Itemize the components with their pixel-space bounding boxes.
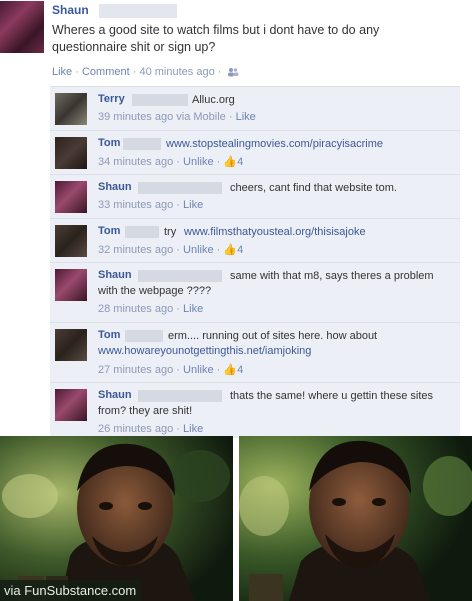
avatar[interactable] xyxy=(55,181,87,213)
redacted-surname xyxy=(138,390,222,402)
commenter-name[interactable]: Tom xyxy=(98,329,120,341)
avatar[interactable] xyxy=(55,137,87,169)
separator: · xyxy=(217,66,225,78)
redacted-surname xyxy=(125,226,159,238)
commenter-name[interactable]: Shaun xyxy=(98,389,132,401)
avatar[interactable] xyxy=(55,329,87,361)
separator: · xyxy=(176,303,184,315)
status-post: Shaun Wheres a good site to watch films … xyxy=(0,0,472,84)
comment-meta: 39 minutes ago via Mobile · Like xyxy=(98,111,256,123)
movie-still-right xyxy=(239,436,472,601)
commenter-name[interactable]: Shaun xyxy=(98,269,132,281)
thumbs-up-icon[interactable]: 👍 xyxy=(223,364,237,376)
redacted-surname xyxy=(138,270,222,282)
separator: · xyxy=(75,66,82,78)
avatar[interactable] xyxy=(55,225,87,257)
unlike-link[interactable]: Unlike xyxy=(183,156,214,168)
comment-meta: 28 minutes ago · Like xyxy=(98,303,203,315)
avatar[interactable] xyxy=(55,389,87,421)
commenter-name[interactable]: Tom xyxy=(98,137,120,149)
commenter-name[interactable]: Tom xyxy=(98,225,120,237)
thumbs-up-icon[interactable]: 👍 xyxy=(223,244,237,256)
comment-meta: 34 minutes ago · Unlike · 👍4 xyxy=(98,155,243,168)
comment-text: erm.... running out of sites here. how a… xyxy=(168,330,378,342)
comment-text: cheers, cant find that website tom. xyxy=(230,182,397,194)
separator: · xyxy=(176,364,184,376)
comment-link[interactable]: Comment xyxy=(82,66,130,78)
comment-link-url[interactable]: www.howareyounotgettingthis.net/iamjokin… xyxy=(98,344,311,359)
movie-still-left xyxy=(0,436,233,601)
separator: · xyxy=(176,423,184,435)
comment-item: Shaun cheers, cant find that website tom… xyxy=(50,174,460,219)
man-portrait-image xyxy=(239,436,472,601)
comment-meta: 26 minutes ago · Like xyxy=(98,423,203,435)
comment-timestamp[interactable]: 26 minutes ago xyxy=(98,423,173,435)
separator: · xyxy=(176,244,184,256)
comment-item: Shaun thats the same! where u gettin the… xyxy=(50,382,460,438)
like-count[interactable]: 4 xyxy=(237,244,243,256)
post-actions: Like · Comment · 40 minutes ago · xyxy=(52,66,239,78)
comment-timestamp[interactable]: 28 minutes ago xyxy=(98,303,173,315)
separator: · xyxy=(176,199,184,211)
unlike-link[interactable]: Unlike xyxy=(183,364,214,376)
avatar[interactable] xyxy=(55,269,87,301)
comment-timestamp[interactable]: 34 minutes ago xyxy=(98,156,173,168)
redacted-surname xyxy=(99,4,177,18)
redacted-surname xyxy=(125,330,163,342)
comment-meta: 27 minutes ago · Unlike · 👍4 xyxy=(98,363,243,376)
like-link[interactable]: Like xyxy=(236,111,256,123)
comment-meta: 32 minutes ago · Unlike · 👍4 xyxy=(98,243,243,256)
comment-link-url[interactable]: www.filmsthatyousteal.org/thisisajoke xyxy=(184,225,366,240)
comment-text-prefix: try xyxy=(164,226,177,238)
like-link[interactable]: Like xyxy=(183,199,203,211)
like-count[interactable]: 4 xyxy=(237,156,243,168)
comment-text: thats the same! where u gettin these sit… xyxy=(230,390,434,402)
comment-text: same with that m8, says theres a problem xyxy=(230,270,434,282)
comment-link-url[interactable]: www.stopstealingmovies.com/piracyisacrim… xyxy=(166,137,383,152)
post-timestamp[interactable]: 40 minutes ago xyxy=(139,66,214,78)
man-portrait-image xyxy=(0,436,233,601)
like-link[interactable]: Like xyxy=(183,303,203,315)
comment-timestamp[interactable]: 33 minutes ago xyxy=(98,199,173,211)
post-text: Wheres a good site to watch films but i … xyxy=(52,23,380,54)
comment-timestamp[interactable]: 39 minutes ago via Mobile xyxy=(98,111,226,123)
commenter-name[interactable]: Terry xyxy=(98,93,125,105)
comment-item: Tom www.stopstealingmovies.com/piracyisa… xyxy=(50,130,460,175)
comment-item: Tom erm.... running out of sites here. h… xyxy=(50,322,460,383)
comments-list: Terry Alluc.org 39 minutes ago via Mobil… xyxy=(50,86,460,438)
like-count[interactable]: 4 xyxy=(237,364,243,376)
friends-audience-icon[interactable] xyxy=(227,67,239,77)
comment-timestamp[interactable]: 32 minutes ago xyxy=(98,244,173,256)
redacted-surname xyxy=(132,94,188,106)
separator: · xyxy=(228,111,236,123)
commenter-name[interactable]: Shaun xyxy=(98,181,132,193)
watermark: via FunSubstance.com xyxy=(0,580,142,601)
like-link[interactable]: Like xyxy=(183,423,203,435)
like-link[interactable]: Like xyxy=(52,66,72,78)
redacted-surname xyxy=(123,138,161,150)
comment-item: Tom try www.filmsthatyousteal.org/thisis… xyxy=(50,218,460,263)
post-author-name[interactable]: Shaun xyxy=(52,3,89,17)
comment-meta: 33 minutes ago · Like xyxy=(98,199,203,211)
comment-text-continued: with the webpage ???? xyxy=(98,285,212,297)
separator: · xyxy=(176,156,184,168)
comment-text-continued: from? they are shit! xyxy=(98,405,193,417)
comment-timestamp[interactable]: 27 minutes ago xyxy=(98,364,173,376)
avatar[interactable] xyxy=(0,1,44,53)
comment-text: Alluc.org xyxy=(192,94,235,106)
comment-item: Terry Alluc.org 39 minutes ago via Mobil… xyxy=(50,86,460,131)
unlike-link[interactable]: Unlike xyxy=(183,244,214,256)
redacted-surname xyxy=(138,182,222,194)
thumbs-up-icon[interactable]: 👍 xyxy=(223,156,237,168)
comment-item: Shaun same with that m8, says theres a p… xyxy=(50,262,460,323)
avatar[interactable] xyxy=(55,93,87,125)
